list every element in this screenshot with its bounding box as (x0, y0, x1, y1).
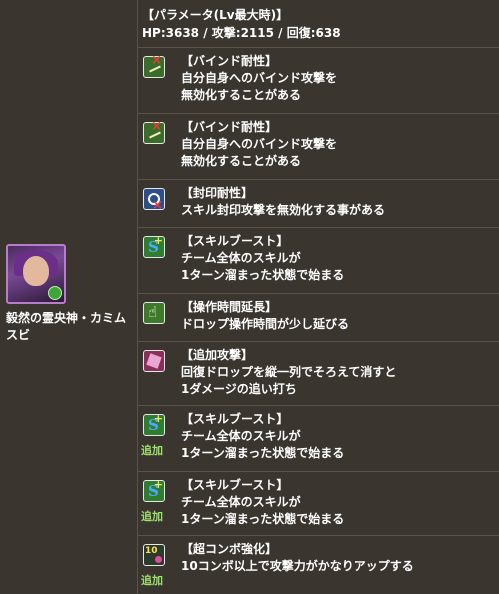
awakening-row: 【バインド耐性】 自分自身へのバインド攻撃を 無効化することがある (138, 48, 499, 114)
awakening-row: 追加 【スキルブースト】 チーム全体のスキルが 1ターン溜まった状態で始まる (138, 406, 499, 472)
monster-name: 毅然の霊央神・カミムスビ (6, 311, 127, 342)
awakening-title: 【バインド耐性】 (181, 120, 278, 134)
awakening-desc-line: ドロップ操作時間が少し延びる (181, 317, 350, 331)
awakening-row: 【追加攻撃】 回復ドロップを縦一列でそろえて消すと 1ダメージの追い打ち (138, 342, 499, 406)
added-label: 追加 (141, 444, 163, 457)
time-extend-icon[interactable] (143, 302, 165, 324)
awakening-title: 【スキルブースト】 (181, 478, 289, 492)
seal-resist-icon[interactable] (143, 188, 165, 213)
awakening-desc-line: 無効化することがある (181, 88, 302, 102)
awakening-desc-line: 自分自身へのバインド攻撃を (181, 71, 338, 85)
bind-resist-icon[interactable] (143, 119, 165, 144)
awakening-row: 【封印耐性】 スキル封印攻撃を無効化する事がある (138, 180, 499, 228)
awakening-desc-line: チーム全体のスキルが (181, 495, 301, 509)
monster-card[interactable]: 毅然の霊央神・カミムスビ (6, 244, 134, 344)
awakening-desc-line: 1ターン溜まった状態で始まる (181, 446, 345, 460)
combo-boost-icon[interactable] (143, 544, 165, 566)
awakening-title: 【超コンボ強化】 (181, 542, 278, 556)
awakening-row: 追加 【スキルブースト】 チーム全体のスキルが 1ターン溜まった状態で始まる (138, 472, 499, 536)
parameters-row: 【パラメータ(Lv最大時)】 HP:3638 / 攻撃:2115 / 回復:63… (138, 0, 499, 48)
awakening-title: 【スキルブースト】 (181, 234, 289, 248)
awakening-title: 【バインド耐性】 (181, 54, 278, 68)
skill-boost-icon[interactable] (143, 412, 165, 436)
bind-resist-icon[interactable] (143, 53, 165, 78)
awakening-desc-line: スキル封印攻撃を無効化する事がある (181, 203, 386, 217)
awakening-row: 【バインド耐性】 自分自身へのバインド攻撃を 無効化することがある (138, 114, 499, 180)
awakening-row: 【操作時間延長】 ドロップ操作時間が少し延びる (138, 294, 499, 342)
awakening-desc-line: チーム全体のスキルが (181, 429, 301, 443)
awakening-desc-line: 自分自身へのバインド攻撃を (181, 137, 338, 151)
awakening-title: 【操作時間延長】 (181, 300, 278, 314)
awakening-desc-line: 1ターン溜まった状態で始まる (181, 268, 345, 282)
wood-attribute-icon (48, 286, 62, 300)
awakening-title: 【封印耐性】 (181, 186, 254, 200)
parameters-values: HP:3638 / 攻撃:2115 / 回復:638 (142, 26, 341, 40)
awakening-desc-line: 1ダメージの追い打ち (181, 382, 297, 396)
details-column: 【パラメータ(Lv最大時)】 HP:3638 / 攻撃:2115 / 回復:63… (138, 0, 499, 594)
parameters-title: 【パラメータ(Lv最大時)】 (142, 8, 289, 22)
awakening-desc-line: 1ターン溜まった状態で始まる (181, 512, 345, 526)
awakening-desc-line: 回復ドロップを縦一列でそろえて消すと (181, 365, 397, 379)
awakening-title: 【追加攻撃】 (181, 348, 254, 362)
awakening-desc-line: 10コンボ以上で攻撃力がかなりアップする (181, 559, 414, 573)
skill-boost-icon[interactable] (143, 478, 165, 502)
awakening-desc-line: チーム全体のスキルが (181, 251, 301, 265)
portrait-face (23, 256, 49, 286)
monster-detail-panel: 毅然の霊央神・カミムスビ 【パラメータ(Lv最大時)】 HP:3638 / 攻撃… (0, 0, 499, 594)
added-label: 追加 (141, 574, 163, 587)
awakening-row: 【スキルブースト】 チーム全体のスキルが 1ターン溜まった状態で始まる (138, 228, 499, 294)
pursuit-icon[interactable] (143, 350, 165, 372)
skill-boost-icon[interactable] (143, 234, 165, 258)
monster-portrait-icon[interactable] (6, 244, 66, 304)
monster-column: 毅然の霊央神・カミムスビ (0, 0, 138, 594)
awakening-desc-line: 無効化することがある (181, 154, 302, 168)
awakening-row: 追加 【超コンボ強化】 10コンボ以上で攻撃力がかなりアップする (138, 536, 499, 594)
added-label: 追加 (141, 510, 163, 523)
awakening-title: 【スキルブースト】 (181, 412, 289, 426)
